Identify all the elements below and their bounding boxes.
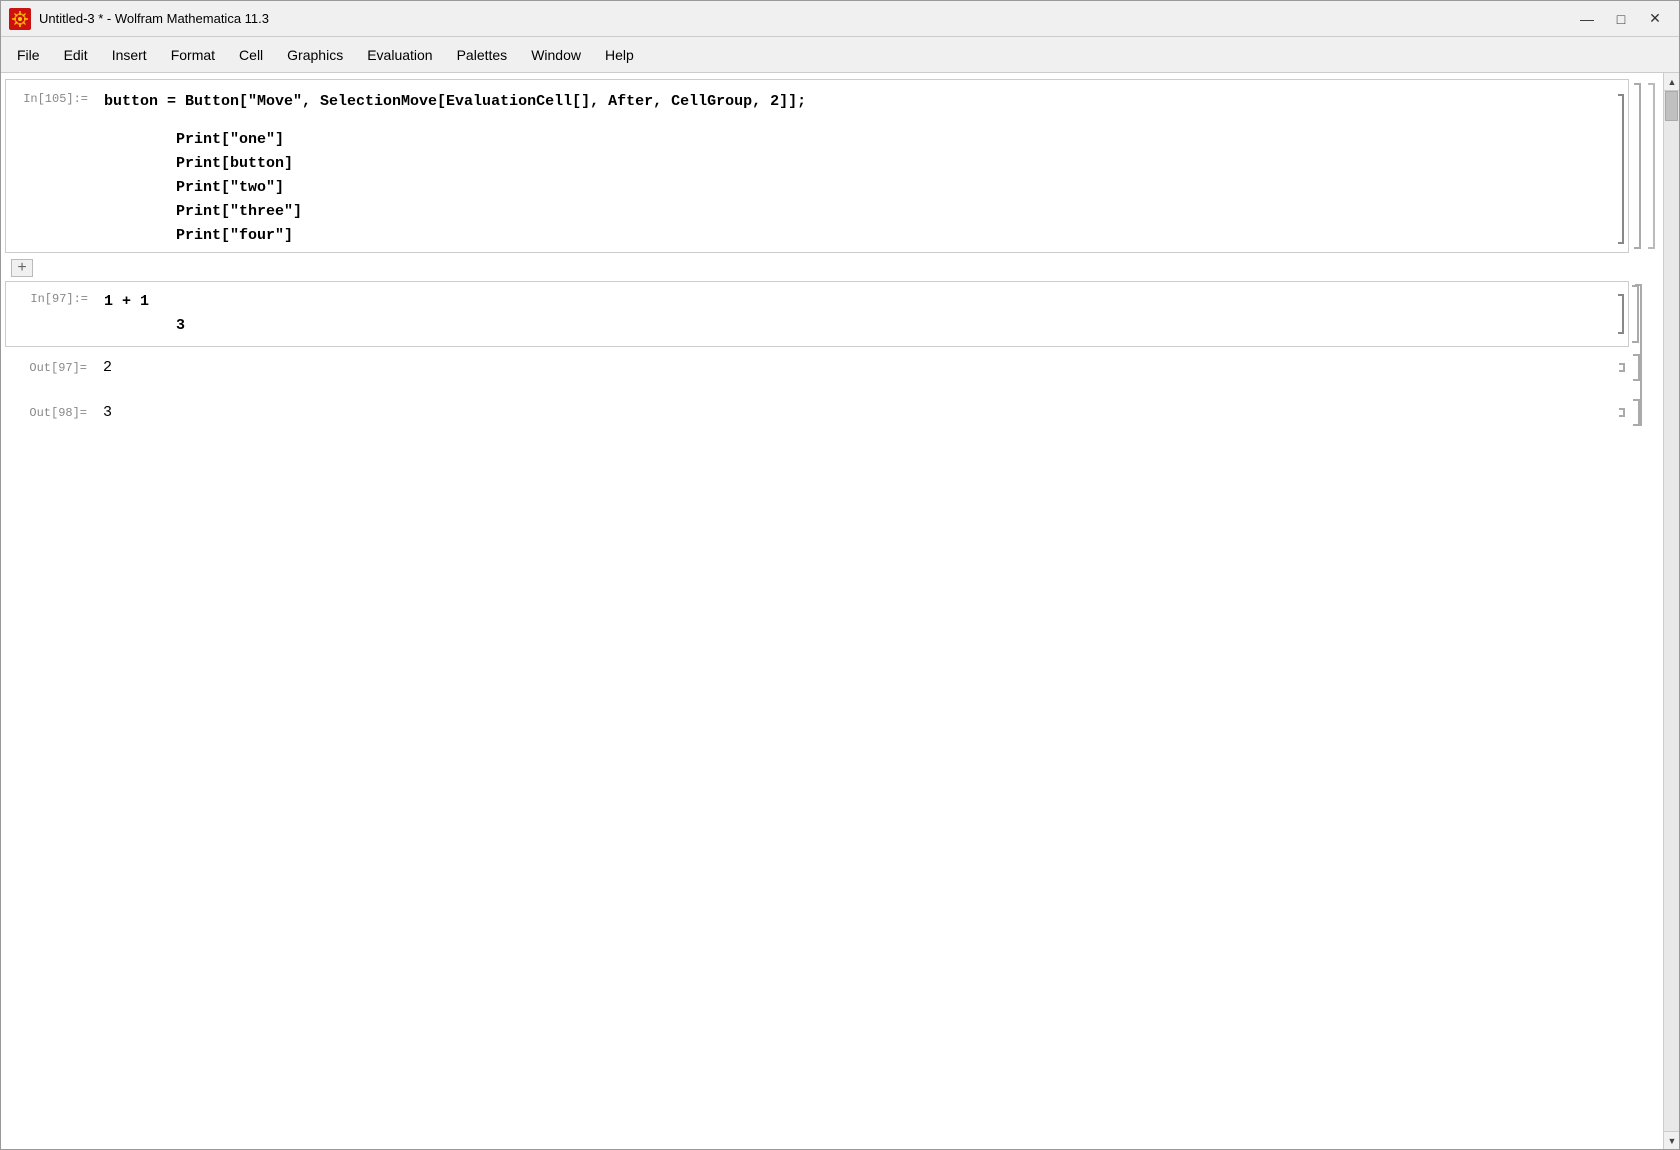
title-bar-left: Untitled-3 * - Wolfram Mathematica 11.3 <box>9 8 269 30</box>
add-cell-button[interactable]: + <box>11 259 33 277</box>
cell-bracket-1 <box>1616 90 1626 248</box>
scroll-up-button[interactable]: ▲ <box>1664 73 1679 91</box>
cell-in97-content: In[97]:= 1 + 1 3 <box>6 282 1628 346</box>
cell-label-in105: In[105]:= <box>6 90 96 106</box>
code-line-1: button = Button["Move", SelectionMove[Ev… <box>104 90 1608 114</box>
out98-row: Out[98]= 3 <box>5 396 1629 429</box>
menu-insert[interactable]: Insert <box>100 43 159 67</box>
bracket-in97 <box>1630 282 1642 346</box>
code-line-5: Print["three"] <box>104 200 1608 224</box>
scroll-thumb[interactable] <box>1665 91 1678 121</box>
cell-bracket-in97 <box>1616 290 1626 338</box>
menu-cell[interactable]: Cell <box>227 43 275 67</box>
cell-content-in105[interactable]: button = Button["Move", SelectionMove[Ev… <box>96 90 1616 248</box>
group-bracket-1 <box>1632 80 1644 252</box>
close-button[interactable]: ✕ <box>1639 6 1671 32</box>
bracket-out98 <box>1631 396 1643 429</box>
code-in97[interactable]: 1 + 1 3 <box>96 290 1616 338</box>
menu-help[interactable]: Help <box>593 43 646 67</box>
scroll-bracket-1 <box>1646 80 1658 252</box>
code-line-6: Print["four"] <box>104 224 1608 248</box>
maximize-button[interactable]: □ <box>1605 6 1637 32</box>
app-icon <box>9 8 31 30</box>
cell-in105: In[105]:= button = Button["Move", Select… <box>6 80 1628 252</box>
cell-bracket-out97 <box>1617 359 1627 376</box>
scroll-down-button[interactable]: ▼ <box>1664 1131 1679 1149</box>
out98-value: 3 <box>95 404 1617 421</box>
out97-row: Out[97]= 2 <box>5 351 1629 384</box>
window-title: Untitled-3 * - Wolfram Mathematica 11.3 <box>39 11 269 26</box>
cell-group-2: In[97]:= 1 + 1 3 <box>5 281 1629 429</box>
menu-edit[interactable]: Edit <box>52 43 100 67</box>
menu-evaluation[interactable]: Evaluation <box>355 43 444 67</box>
title-bar-controls: — □ ✕ <box>1571 6 1671 32</box>
cell-label-out97: Out[97]= <box>5 359 95 375</box>
menu-graphics[interactable]: Graphics <box>275 43 355 67</box>
code-line-3: Print[button] <box>104 152 1608 176</box>
cell-in97: In[97]:= 1 + 1 3 <box>5 281 1629 347</box>
main-content: In[105]:= button = Button["Move", Select… <box>1 73 1679 1149</box>
bracket-out97 <box>1631 351 1643 384</box>
code-line-4: Print["two"] <box>104 176 1608 200</box>
menu-bar: File Edit Insert Format Cell Graphics Ev… <box>1 37 1679 73</box>
cell-bracket-out98 <box>1617 404 1627 421</box>
add-cell-area: + <box>5 259 1629 277</box>
in97-line2: 3 <box>104 314 1608 338</box>
minimize-button[interactable]: — <box>1571 6 1603 32</box>
cell-label-out98: Out[98]= <box>5 404 95 420</box>
menu-window[interactable]: Window <box>519 43 593 67</box>
out97-value: 2 <box>95 359 1617 376</box>
title-bar: Untitled-3 * - Wolfram Mathematica 11.3 … <box>1 1 1679 37</box>
cell-out97: Out[97]= 2 <box>5 351 1629 384</box>
cell-out98: Out[98]= 3 <box>5 396 1629 429</box>
notebook-area[interactable]: In[105]:= button = Button["Move", Select… <box>1 73 1663 1149</box>
in97-line1: 1 + 1 <box>104 290 1608 314</box>
scroll-track[interactable] <box>1664 91 1679 1131</box>
vertical-scrollbar[interactable]: ▲ ▼ <box>1663 73 1679 1149</box>
menu-format[interactable]: Format <box>159 43 227 67</box>
cell-label-in97: In[97]:= <box>6 290 96 306</box>
menu-palettes[interactable]: Palettes <box>445 43 520 67</box>
menu-file[interactable]: File <box>5 43 52 67</box>
main-window: Untitled-3 * - Wolfram Mathematica 11.3 … <box>0 0 1680 1150</box>
cell-group-1: In[105]:= button = Button["Move", Select… <box>5 79 1629 253</box>
code-line-2: Print["one"] <box>104 128 1608 152</box>
